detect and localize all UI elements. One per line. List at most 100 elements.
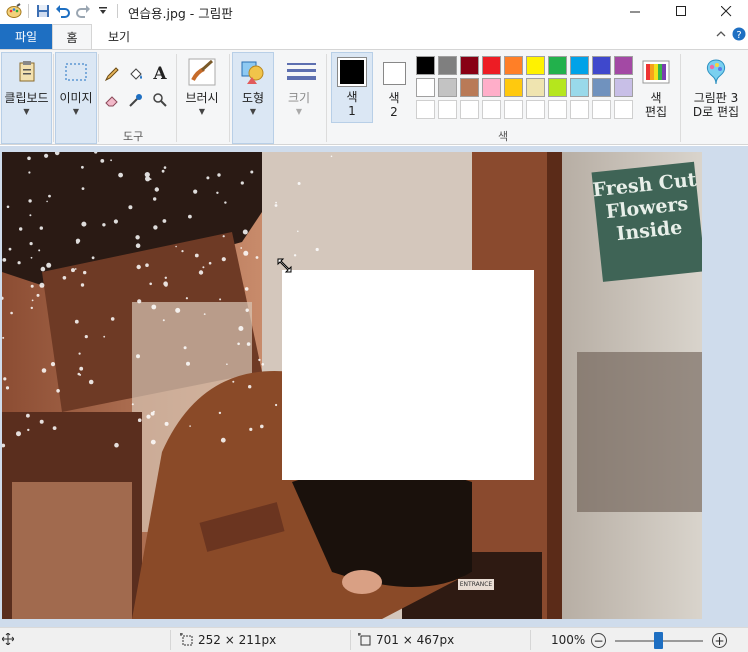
eraser-icon[interactable] <box>102 90 122 110</box>
tab-home[interactable]: 홈 <box>52 24 92 50</box>
snowflake <box>232 380 235 383</box>
snowflake <box>219 298 222 301</box>
color-swatch[interactable] <box>526 100 545 119</box>
selection-region[interactable] <box>282 270 534 480</box>
snowflake <box>84 335 88 339</box>
image-size-icon <box>358 633 371 646</box>
undo-icon[interactable] <box>53 1 73 21</box>
snowflake <box>237 342 240 346</box>
color-swatch[interactable] <box>526 78 545 97</box>
color-swatch[interactable] <box>592 100 611 119</box>
color-swatch[interactable] <box>482 56 501 75</box>
snowflake <box>17 261 21 265</box>
snowflake <box>128 205 133 210</box>
snowflake <box>137 418 142 423</box>
color-swatch[interactable] <box>548 100 567 119</box>
snowflake <box>83 270 87 275</box>
save-icon[interactable] <box>33 1 53 21</box>
color-swatch[interactable] <box>570 100 589 119</box>
svg-text:?: ? <box>736 30 741 41</box>
text-tool-icon[interactable]: A <box>150 64 170 84</box>
snowflake <box>62 276 67 280</box>
color2-button[interactable]: 색 2 <box>375 52 413 123</box>
snowflake <box>146 414 151 419</box>
image-button[interactable]: 이미지 ▼ <box>55 52 97 144</box>
color-swatch[interactable] <box>438 56 457 75</box>
magnifier-icon[interactable] <box>150 90 170 110</box>
snowflake <box>250 170 254 174</box>
snowflake <box>131 403 134 406</box>
separator <box>117 4 118 18</box>
color-swatch[interactable] <box>614 100 633 119</box>
snowflake <box>5 386 10 390</box>
tab-file[interactable]: 파일 <box>0 24 52 49</box>
zoom-slider-thumb[interactable] <box>654 632 663 649</box>
quick-access-toolbar <box>0 0 122 22</box>
customize-toolbar-icon[interactable] <box>93 1 113 21</box>
size-button[interactable]: 크기 ▼ <box>277 52 321 144</box>
color-swatch[interactable] <box>416 56 435 75</box>
snowflake <box>39 282 45 288</box>
paint-app-icon[interactable] <box>4 1 24 21</box>
chevron-down-icon: ▼ <box>295 107 303 116</box>
color-swatch[interactable] <box>570 78 589 97</box>
snowflake <box>189 425 191 427</box>
collapse-ribbon-icon[interactable] <box>716 28 726 42</box>
color-swatch[interactable] <box>548 56 567 75</box>
color-swatch[interactable] <box>592 56 611 75</box>
color1-swatch-frame <box>337 57 367 87</box>
snowflake <box>39 419 44 424</box>
snowflake <box>29 242 33 246</box>
help-icon[interactable]: ? <box>732 27 746 44</box>
snowflake <box>48 194 51 198</box>
color-swatch[interactable] <box>614 78 633 97</box>
close-button[interactable] <box>703 0 748 22</box>
color-swatch[interactable] <box>504 100 523 119</box>
color-picker-icon[interactable] <box>126 90 146 110</box>
snowflake <box>153 225 158 230</box>
snowflake <box>218 411 222 415</box>
tab-view[interactable]: 보기 <box>96 24 142 49</box>
zoom-out-button[interactable]: − <box>591 633 606 648</box>
color-swatch[interactable] <box>504 78 523 97</box>
color-swatch[interactable] <box>570 56 589 75</box>
color-swatch[interactable] <box>482 100 501 119</box>
snowflake <box>164 421 169 426</box>
color-swatch[interactable] <box>482 78 501 97</box>
color-swatch[interactable] <box>438 78 457 97</box>
color-swatch[interactable] <box>460 56 479 75</box>
color-swatch[interactable] <box>614 56 633 75</box>
color-swatch[interactable] <box>592 78 611 97</box>
color-swatch[interactable] <box>416 100 435 119</box>
color-swatch[interactable] <box>416 78 435 97</box>
color-swatch[interactable] <box>438 100 457 119</box>
snowflake <box>188 214 192 219</box>
redo-icon[interactable] <box>73 1 93 21</box>
edit-with-paint3d-button[interactable]: 그림판 3 D로 편집 <box>686 52 746 144</box>
color-swatch[interactable] <box>504 56 523 75</box>
brushes-button[interactable]: 브러시 ▼ <box>180 52 224 144</box>
shapes-button[interactable]: 도형 ▼ <box>232 52 274 144</box>
snowflake <box>29 214 32 217</box>
snowflake <box>261 363 265 366</box>
image-label: 이미지 <box>59 91 93 105</box>
color-swatch[interactable] <box>460 78 479 97</box>
chevron-down-icon: ▼ <box>72 107 80 116</box>
color-swatch[interactable] <box>460 100 479 119</box>
snowflake <box>6 205 10 209</box>
clipboard-button[interactable]: 클립보드 ▼ <box>1 52 52 144</box>
color1-button[interactable]: 색 1 <box>331 52 373 123</box>
color-swatch[interactable] <box>526 56 545 75</box>
zoom-in-button[interactable]: + <box>712 633 727 648</box>
color-swatch[interactable] <box>548 78 567 97</box>
snowflake <box>137 299 142 304</box>
separator <box>530 630 531 650</box>
snowflake <box>293 254 297 257</box>
maximize-button[interactable] <box>658 0 704 22</box>
edit-colors-button[interactable]: 색 편집 <box>636 52 676 144</box>
pencil-icon[interactable] <box>102 64 122 84</box>
snowflake <box>194 253 199 258</box>
color2-label: 색 2 <box>388 91 400 119</box>
minimize-button[interactable] <box>612 0 658 22</box>
fill-bucket-icon[interactable] <box>126 64 146 84</box>
